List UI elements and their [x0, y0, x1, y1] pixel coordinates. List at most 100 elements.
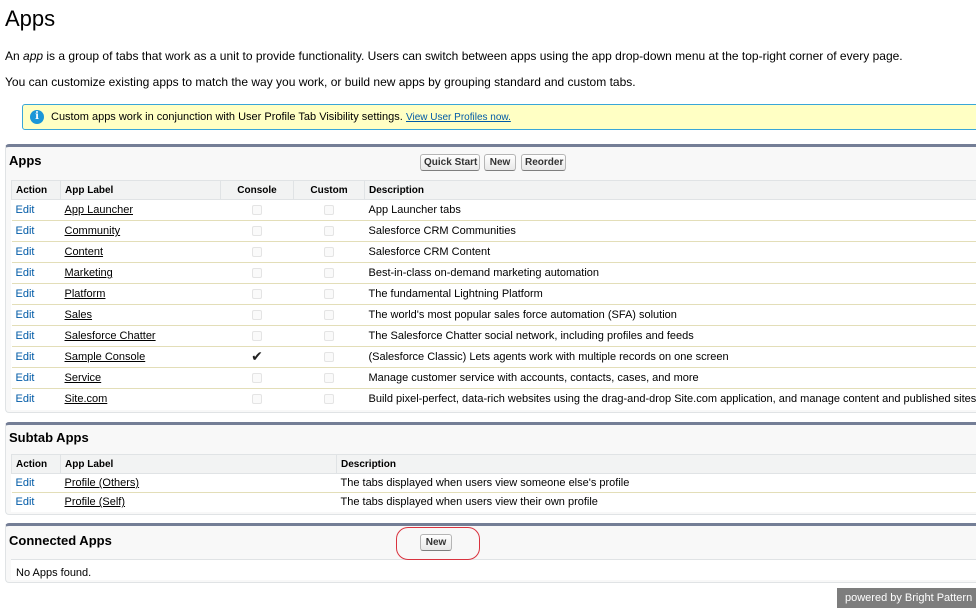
quick-start-button[interactable]: Quick Start	[420, 154, 480, 171]
app-label-link[interactable]: Sample Console	[65, 351, 146, 363]
intro-emphasis: app	[23, 49, 44, 63]
edit-link[interactable]: Edit	[16, 477, 35, 489]
custom-checkbox	[324, 289, 334, 300]
info-icon: i	[30, 110, 44, 124]
edit-link[interactable]: Edit	[16, 330, 35, 342]
info-message: i Custom apps work in conjunction with U…	[22, 104, 976, 130]
column-app-label: App Label	[60, 454, 337, 474]
app-description: App Launcher tabs	[364, 199, 976, 221]
highlight-annotation	[396, 527, 480, 560]
column-action: Action	[11, 180, 61, 200]
app-label-link[interactable]: Service	[65, 372, 102, 384]
subtab-apps-table: Action App Label Description Edit Profile…	[11, 454, 976, 512]
subtab-panel-title: Subtab Apps	[9, 430, 89, 445]
app-label-link[interactable]: Marketing	[65, 267, 113, 279]
column-app-label: App Label	[60, 180, 221, 200]
app-label-link[interactable]: Platform	[65, 288, 106, 300]
edit-link[interactable]: Edit	[16, 351, 35, 363]
custom-checkbox	[324, 373, 334, 384]
page-title: Apps	[5, 6, 56, 31]
console-checkbox	[252, 394, 262, 405]
app-description: The world's most popular sales force aut…	[364, 304, 976, 326]
edit-link[interactable]: Edit	[16, 204, 35, 216]
edit-link[interactable]: Edit	[16, 496, 35, 508]
table-row: Edit Site.com Build pixel-perfect, data-ri…	[11, 388, 976, 410]
intro-text: An app is a group of tabs that work as a…	[5, 49, 903, 63]
table-row: Edit Service Manage customer service with …	[11, 367, 976, 389]
app-description: Salesforce CRM Communities	[364, 220, 976, 242]
connected-apps-panel: Connected Apps New No Apps found.	[5, 523, 976, 583]
connected-panel-title: Connected Apps	[9, 533, 112, 548]
powered-by-badge: powered by Bright Pattern	[837, 588, 976, 608]
apps-panel: Apps Quick Start New Reorder Action App …	[5, 144, 976, 413]
console-checkbox	[252, 268, 262, 279]
console-checkbox	[252, 289, 262, 300]
table-row: Edit Profile (Others) The tabs displayed w…	[11, 473, 976, 493]
empty-state-text: No Apps found.	[16, 567, 92, 579]
console-checkbox	[252, 331, 262, 342]
custom-checkbox	[324, 352, 334, 363]
custom-checkbox	[324, 331, 334, 342]
table-row: Edit Sales The world's most popular sales …	[11, 304, 976, 326]
subtab-label-link[interactable]: Profile (Self)	[65, 496, 126, 508]
column-description: Description	[364, 180, 976, 200]
edit-link[interactable]: Edit	[16, 309, 35, 321]
app-label-link[interactable]: Community	[65, 225, 121, 237]
custom-checkbox	[324, 394, 334, 405]
app-description: Build pixel-perfect, data-rich websites …	[364, 388, 976, 410]
apps-table: Action App Label Console Custom Descript…	[11, 180, 976, 410]
table-row: Edit Salesforce Chatter The Salesforce Cha…	[11, 325, 976, 347]
intro-text-2: You can customize existing apps to match…	[5, 75, 636, 89]
connected-apps-empty-row: No Apps found.	[11, 559, 976, 580]
edit-link[interactable]: Edit	[16, 246, 35, 258]
reorder-button[interactable]: Reorder	[521, 154, 566, 171]
console-checkbox	[252, 205, 262, 216]
subtab-label-link[interactable]: Profile (Others)	[65, 477, 140, 489]
app-label-link[interactable]: Sales	[65, 309, 93, 321]
column-console: Console	[220, 180, 294, 200]
edit-link[interactable]: Edit	[16, 288, 35, 300]
subtab-description: The tabs displayed when users view their…	[336, 492, 976, 512]
app-description: (Salesforce Classic) Lets agents work wi…	[364, 346, 976, 368]
subtab-table-header: Action App Label Description	[11, 454, 976, 474]
custom-checkbox	[324, 247, 334, 258]
column-custom: Custom	[293, 180, 365, 200]
app-label-link[interactable]: Site.com	[65, 393, 108, 405]
table-row: Edit Marketing Best-in-class on-demand mar…	[11, 262, 976, 284]
edit-link[interactable]: Edit	[16, 372, 35, 384]
console-checkbox	[252, 226, 262, 237]
app-description: Manage customer service with accounts, c…	[364, 367, 976, 389]
custom-checkbox	[324, 205, 334, 216]
app-description: The Salesforce Chatter social network, i…	[364, 325, 976, 347]
table-row: Edit App Launcher App Launcher tabs	[11, 199, 976, 221]
app-label-link[interactable]: App Launcher	[65, 204, 134, 216]
edit-link[interactable]: Edit	[16, 267, 35, 279]
new-app-button[interactable]: New	[484, 154, 516, 171]
table-row: Edit Profile (Self) The tabs displayed whe…	[11, 492, 976, 512]
apps-table-header: Action App Label Console Custom Descript…	[11, 180, 976, 200]
edit-link[interactable]: Edit	[16, 393, 35, 405]
checkmark-icon: ✔	[251, 347, 263, 364]
info-text: Custom apps work in conjunction with Use…	[51, 111, 403, 123]
column-action: Action	[11, 454, 61, 474]
table-row: Edit Sample Console ✔ (Salesforce Classic) …	[11, 346, 976, 368]
table-row: Edit Platform The fundamental Lightning Pl…	[11, 283, 976, 305]
app-description: Best-in-class on-demand marketing automa…	[364, 262, 976, 284]
table-row: Edit Community Salesforce CRM Communities	[11, 220, 976, 242]
app-label-link[interactable]: Salesforce Chatter	[65, 330, 156, 342]
console-checkbox	[252, 247, 262, 258]
table-row: Edit Content Salesforce CRM Content	[11, 241, 976, 263]
edit-link[interactable]: Edit	[16, 225, 35, 237]
apps-panel-title: Apps	[9, 153, 42, 168]
app-label-link[interactable]: Content	[65, 246, 104, 258]
custom-checkbox	[324, 226, 334, 237]
subtab-description: The tabs displayed when users view someo…	[336, 473, 976, 493]
app-description: The fundamental Lightning Platform	[364, 283, 976, 305]
custom-checkbox	[324, 310, 334, 321]
console-checkbox	[252, 373, 262, 384]
column-description: Description	[336, 454, 976, 474]
app-description: Salesforce CRM Content	[364, 241, 976, 263]
custom-checkbox	[324, 268, 334, 279]
view-user-profiles-link[interactable]: View User Profiles now.	[406, 112, 511, 123]
console-checkbox	[252, 310, 262, 321]
